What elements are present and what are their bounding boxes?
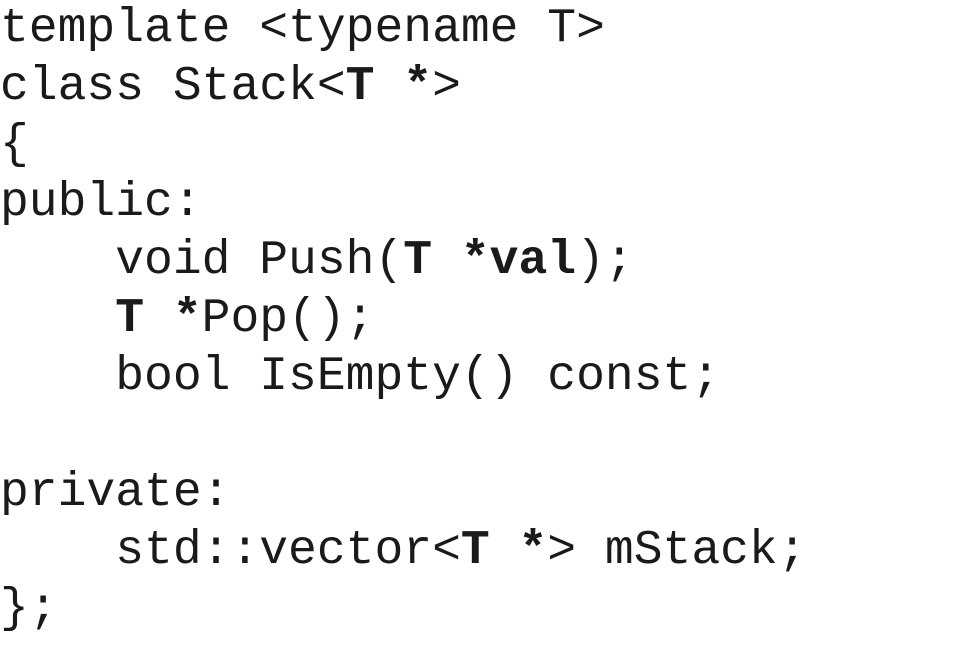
code-token: }; — [0, 582, 58, 636]
code-token: > mStack; — [547, 524, 807, 578]
code-line-4: public: — [0, 174, 807, 232]
code-token: public: — [0, 176, 202, 230]
code-token-bold: T *val — [403, 234, 577, 288]
code-line-5: void Push(T *val); — [0, 232, 807, 290]
code-line-7: bool IsEmpty() const; — [0, 348, 807, 406]
code-line-2: class Stack<T *> — [0, 58, 807, 116]
code-token: class Stack< — [0, 60, 346, 114]
code-line-1: template <typename T> — [0, 0, 807, 58]
code-line-9: private: — [0, 464, 807, 522]
code-token: template <typename T> — [0, 2, 605, 56]
code-token: Pop(); — [201, 292, 375, 346]
code-line-3: { — [0, 116, 807, 174]
code-block: template <typename T> class Stack<T *>{pu… — [0, 0, 807, 638]
code-line-10: std::vector<T *> mStack; — [0, 522, 807, 580]
code-token: > — [432, 60, 461, 114]
code-line-11: }; — [0, 580, 807, 638]
code-token-bold: T * — [460, 524, 548, 578]
code-token: { — [0, 118, 29, 172]
code-line-6: T *Pop(); — [0, 290, 807, 348]
code-token: ); — [576, 234, 634, 288]
code-token: bool IsEmpty() const; — [0, 350, 721, 404]
code-token: private: — [0, 466, 231, 520]
code-token: std::vector< — [0, 524, 461, 578]
code-token-bold: T * — [345, 60, 433, 114]
code-token: void Push( — [0, 234, 404, 288]
code-token-bold: T * — [115, 292, 202, 346]
